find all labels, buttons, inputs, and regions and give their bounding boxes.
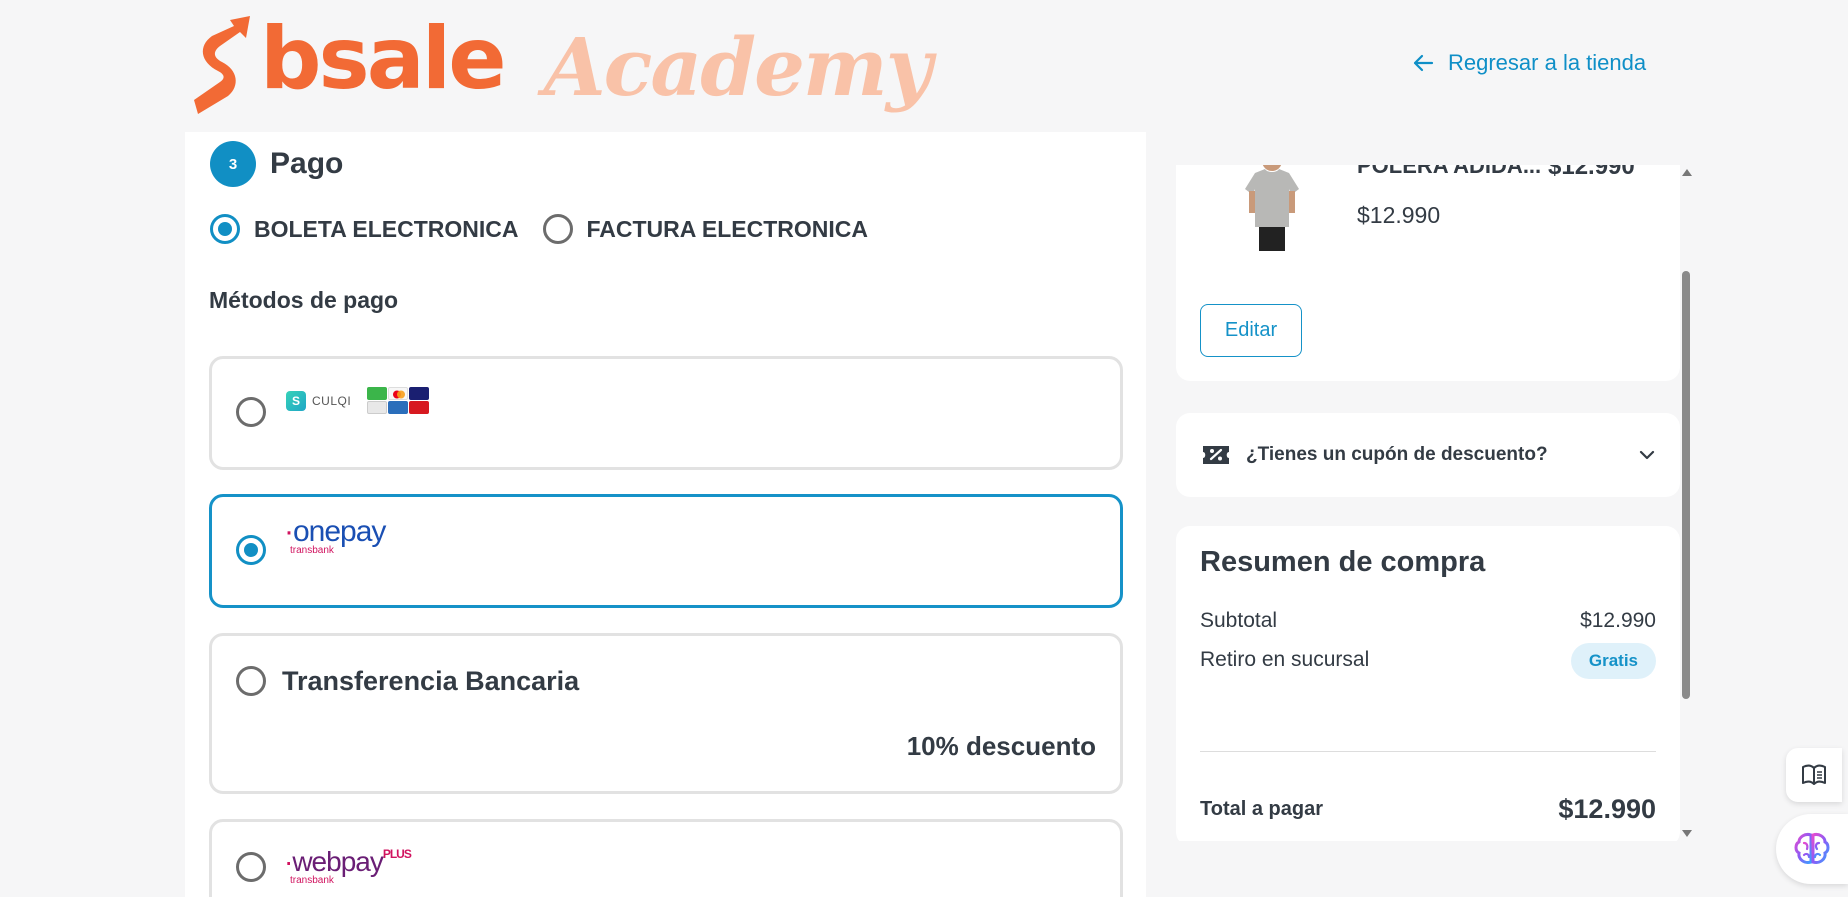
subtotal-row: Subtotal $12.990 bbox=[1200, 609, 1656, 633]
onepay-radio[interactable] bbox=[236, 535, 266, 565]
cart-product-card: POLERA ADIDA... $12.990 $12.990 Editar bbox=[1176, 165, 1680, 381]
culqi-badge-icon: S bbox=[286, 390, 306, 411]
scroll-up-arrow-icon[interactable] bbox=[1682, 169, 1692, 176]
culqi-radio[interactable] bbox=[236, 397, 266, 427]
product-image bbox=[1245, 165, 1299, 251]
bsale-logo-mark-icon bbox=[194, 16, 250, 114]
back-to-store-link[interactable]: Regresar a la tienda bbox=[1412, 50, 1646, 76]
payment-method-culqi[interactable]: S CULQI bbox=[209, 356, 1123, 470]
factura-electronica-option[interactable]: FACTURA ELECTRONICA bbox=[542, 214, 869, 244]
payment-method-onepay[interactable]: ·onepay transbank bbox=[209, 494, 1123, 608]
docs-floating-button[interactable] bbox=[1786, 748, 1842, 802]
coupon-label: ¿Tienes un cupón de descuento? bbox=[1246, 444, 1548, 465]
boleta-electronica-option[interactable]: BOLETA ELECTRONICA bbox=[210, 214, 519, 244]
onepay-logo: ·onepay transbank bbox=[284, 515, 386, 557]
order-sidebar[interactable]: POLERA ADIDA... $12.990 $12.990 Editar ¿… bbox=[1176, 165, 1680, 841]
total-value: $12.990 bbox=[1558, 794, 1656, 824]
edit-cart-button[interactable]: Editar bbox=[1200, 304, 1302, 357]
total-label: Total a pagar bbox=[1200, 798, 1323, 820]
payment-method-webpay[interactable]: ·webpayPLUS transbank bbox=[209, 819, 1123, 897]
pickup-free-badge: Gratis bbox=[1570, 643, 1656, 679]
step-title: Pago bbox=[270, 147, 344, 180]
purchase-summary: Resumen de compra Subtotal $12.990 Retir… bbox=[1176, 526, 1680, 841]
webpay-radio[interactable] bbox=[236, 852, 266, 882]
ticket-percent-icon bbox=[1203, 446, 1229, 464]
bsale-academy-logo[interactable]: bsale Academy bbox=[190, 9, 933, 114]
back-to-store-label: Regresar a la tienda bbox=[1448, 50, 1647, 75]
card-brands-icon bbox=[367, 387, 430, 414]
payment-panel: 3 Pago BOLETA ELECTRONICA FACTURA ELECTR… bbox=[185, 132, 1146, 897]
document-type-options: BOLETA ELECTRONICA FACTURA ELECTRONICA bbox=[210, 214, 892, 244]
summary-title: Resumen de compra bbox=[1200, 546, 1486, 578]
culqi-logo: S CULQI bbox=[286, 387, 430, 414]
scrollbar-thumb[interactable] bbox=[1682, 271, 1690, 699]
step-number-badge: 3 bbox=[210, 141, 256, 187]
pickup-label: Retiro en sucursal bbox=[1200, 648, 1370, 671]
academy-wordmark: Academy bbox=[543, 20, 933, 114]
product-price-total: $12.990 bbox=[1548, 165, 1635, 180]
transferencia-discount: 10% descuento bbox=[906, 731, 1096, 761]
factura-radio[interactable] bbox=[542, 214, 573, 244]
product-name: POLERA ADIDA... bbox=[1357, 165, 1542, 178]
arrow-left-icon bbox=[1413, 54, 1434, 72]
payment-step-header: 3 Pago bbox=[210, 141, 343, 187]
sidebar-scrollbar[interactable] bbox=[1680, 165, 1692, 841]
payment-method-transferencia[interactable]: Transferencia Bancaria 10% descuento bbox=[209, 633, 1123, 794]
brain-icon bbox=[1794, 833, 1830, 864]
onepay-wordmark: onepay bbox=[293, 515, 386, 548]
webpay-plus-label: PLUS bbox=[382, 847, 412, 861]
factura-label: FACTURA ELECTRONICA bbox=[586, 215, 869, 242]
subtotal-label: Subtotal bbox=[1200, 609, 1278, 632]
boleta-label: BOLETA ELECTRONICA bbox=[254, 215, 519, 242]
boleta-radio[interactable] bbox=[210, 214, 240, 244]
webpay-wordmark: webpay bbox=[292, 846, 384, 877]
transferencia-radio[interactable] bbox=[236, 666, 266, 696]
coupon-accordion[interactable]: ¿Tienes un cupón de descuento? bbox=[1176, 413, 1680, 497]
ai-assistant-floating-button[interactable] bbox=[1776, 814, 1848, 884]
pickup-row: Retiro en sucursal Gratis bbox=[1200, 643, 1656, 679]
scroll-down-arrow-icon[interactable] bbox=[1682, 830, 1692, 837]
culqi-wordmark: CULQI bbox=[312, 393, 352, 408]
transferencia-title: Transferencia Bancaria bbox=[282, 666, 580, 696]
chevron-down-icon bbox=[1639, 450, 1655, 460]
payment-methods-title: Métodos de pago bbox=[209, 287, 399, 313]
summary-divider bbox=[1200, 751, 1656, 752]
subtotal-value: $12.990 bbox=[1580, 609, 1656, 632]
product-unit-price: $12.990 bbox=[1357, 202, 1441, 228]
webpay-logo: ·webpayPLUS transbank bbox=[284, 846, 412, 887]
book-icon bbox=[1802, 764, 1826, 785]
bsale-wordmark: bsale bbox=[260, 9, 507, 109]
